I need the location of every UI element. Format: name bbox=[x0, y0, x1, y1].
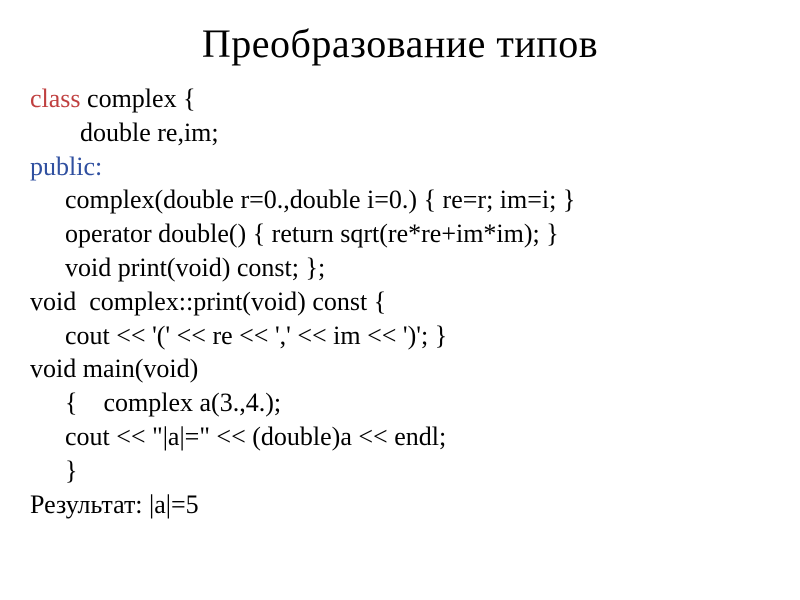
class-declaration: complex { bbox=[81, 84, 196, 113]
code-line-operator: operator double() { return sqrt(re*re+im… bbox=[65, 217, 770, 251]
code-line-class: class complex { bbox=[30, 82, 770, 116]
keyword-public: public: bbox=[30, 152, 102, 181]
code-line-main-open: void main(void) bbox=[30, 352, 770, 386]
slide-title: Преобразование типов bbox=[30, 20, 770, 67]
code-content: class complex { double re,im; public: co… bbox=[30, 82, 770, 521]
code-line-field: double re,im; bbox=[80, 116, 770, 150]
code-line-print-impl-body: cout << '(' << re << ',' << im << ')'; } bbox=[65, 319, 770, 353]
keyword-class: class bbox=[30, 84, 81, 113]
code-line-main-cout: cout << "|a|=" << (double)a << endl; bbox=[65, 420, 770, 454]
code-line-public: public: bbox=[30, 150, 770, 184]
code-line-print-decl: void print(void) const; }; bbox=[65, 251, 770, 285]
code-line-constructor: complex(double r=0.,double i=0.) { re=r;… bbox=[65, 183, 770, 217]
code-line-result: Результат: |a|=5 bbox=[30, 488, 770, 522]
code-line-main-close: } bbox=[65, 454, 770, 488]
code-line-main-brace: { complex a(3.,4.); bbox=[65, 386, 770, 420]
code-line-print-impl-open: void complex::print(void) const { bbox=[30, 285, 770, 319]
